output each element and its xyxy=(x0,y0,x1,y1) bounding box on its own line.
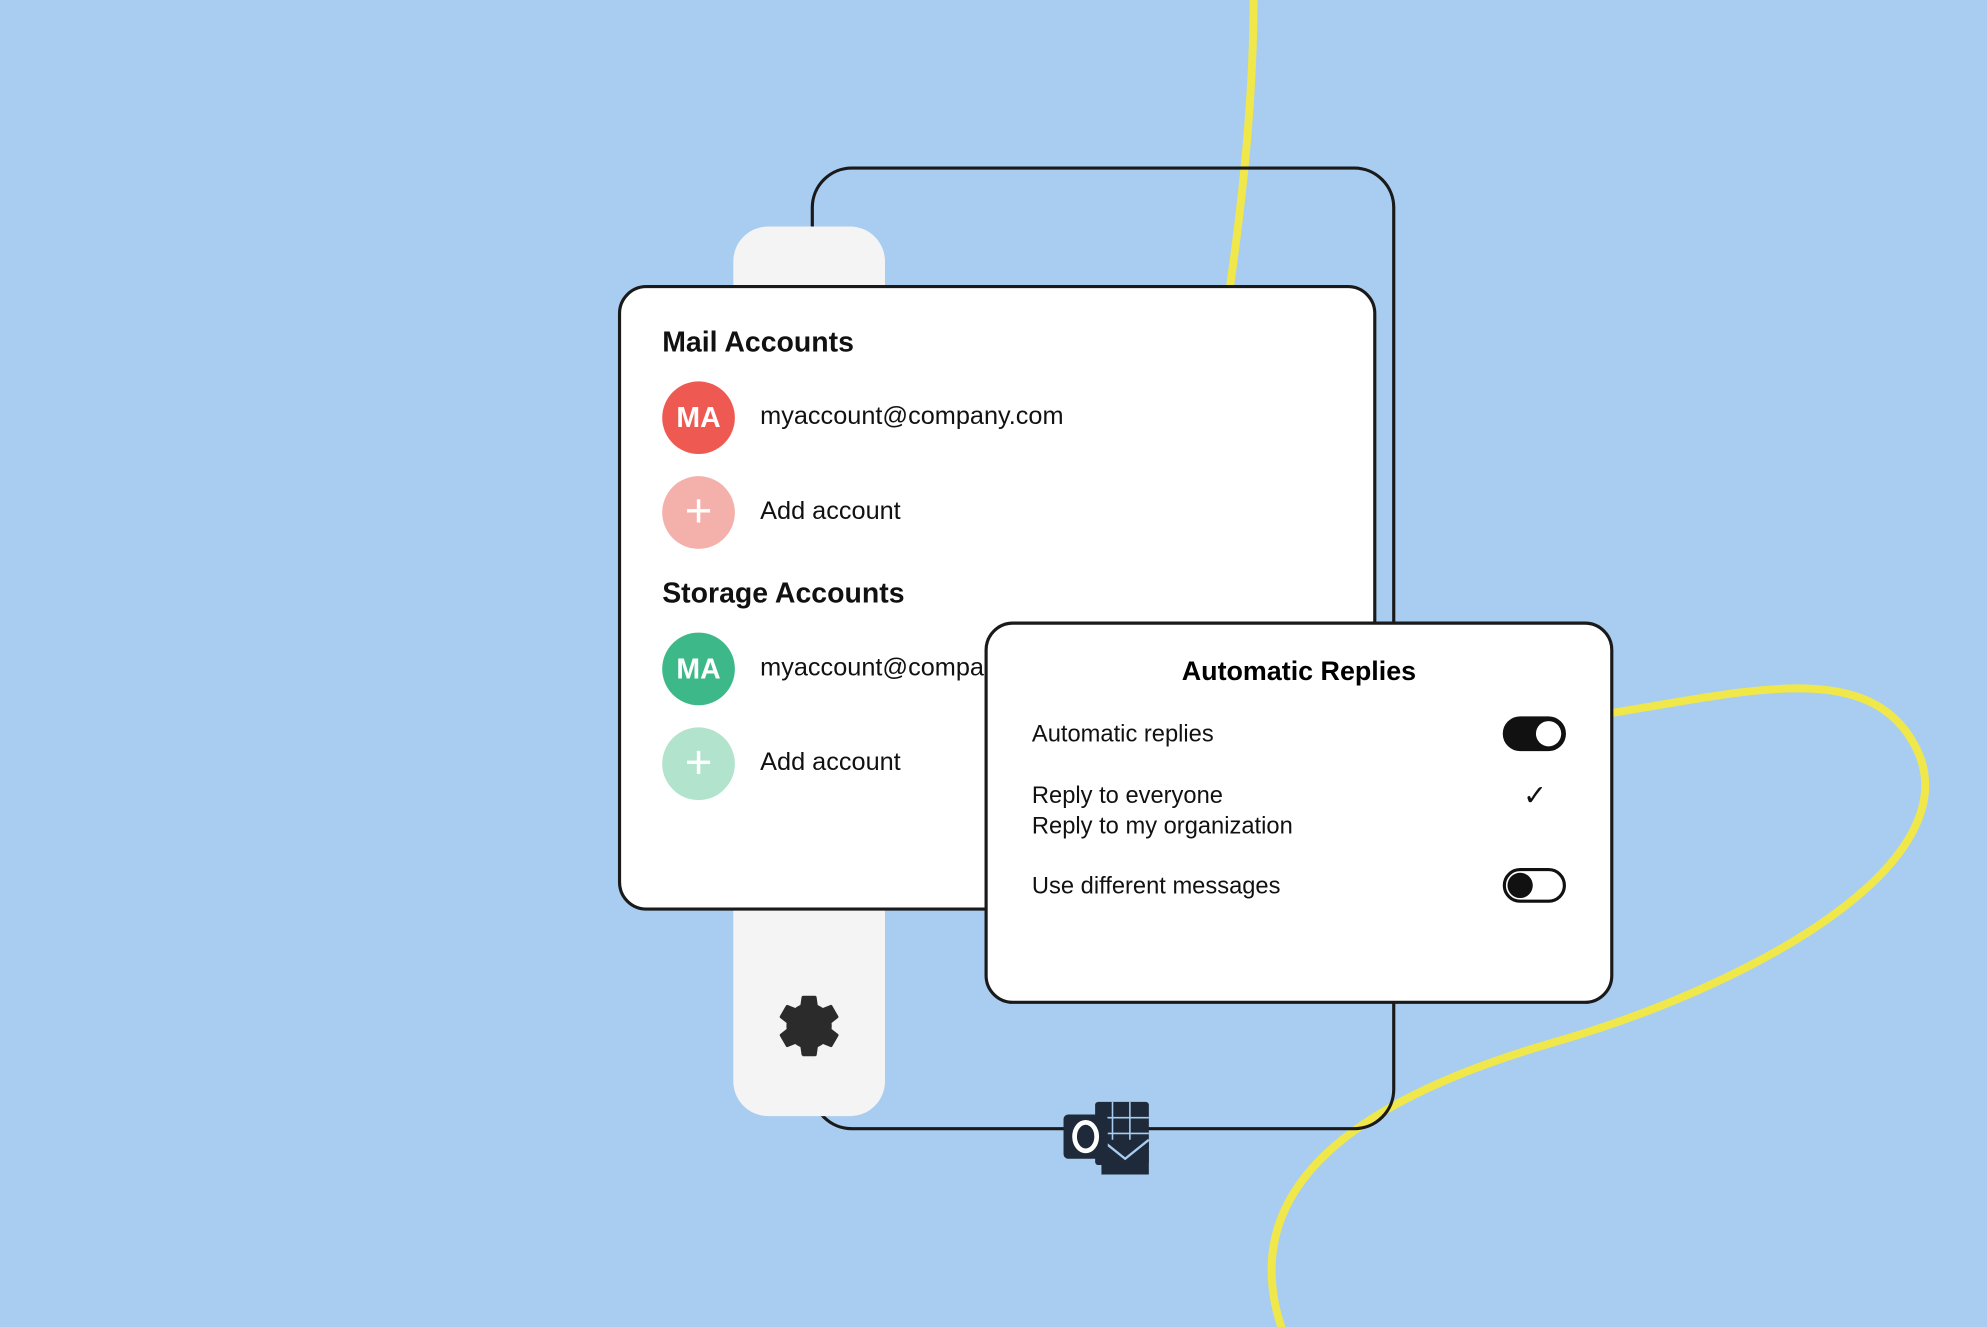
mail-account-email: myaccount@company.com xyxy=(760,403,1063,431)
reply-organization-option[interactable]: Reply to my organization xyxy=(1031,812,1292,839)
add-storage-label: Add account xyxy=(760,749,901,777)
reply-everyone-option[interactable]: Reply to everyone xyxy=(1031,782,1222,809)
add-mail-account-button[interactable]: + Add account xyxy=(662,476,1332,549)
automatic-replies-title: Automatic Replies xyxy=(1031,656,1565,688)
automatic-replies-panel: Automatic Replies Automatic replies Repl… xyxy=(984,621,1613,1003)
avatar: MA xyxy=(662,381,735,454)
gear-icon[interactable] xyxy=(772,989,845,1062)
diff-messages-toggle[interactable] xyxy=(1502,868,1565,903)
plus-icon: + xyxy=(662,727,735,800)
storage-accounts-heading: Storage Accounts xyxy=(662,577,1332,610)
diff-messages-label: Use different messages xyxy=(1031,871,1280,898)
mail-accounts-heading: Mail Accounts xyxy=(662,326,1332,359)
auto-replies-toggle[interactable] xyxy=(1502,716,1565,751)
check-icon: ✓ xyxy=(1523,779,1547,812)
avatar: MA xyxy=(662,632,735,705)
add-mail-label: Add account xyxy=(760,498,901,526)
avatar-initials: MA xyxy=(676,652,720,685)
plus-icon: + xyxy=(662,476,735,549)
avatar-initials: MA xyxy=(676,401,720,434)
mail-account-row[interactable]: MA myaccount@company.com xyxy=(662,381,1332,454)
auto-replies-label: Automatic replies xyxy=(1031,720,1213,747)
outlook-icon xyxy=(1060,1095,1155,1177)
